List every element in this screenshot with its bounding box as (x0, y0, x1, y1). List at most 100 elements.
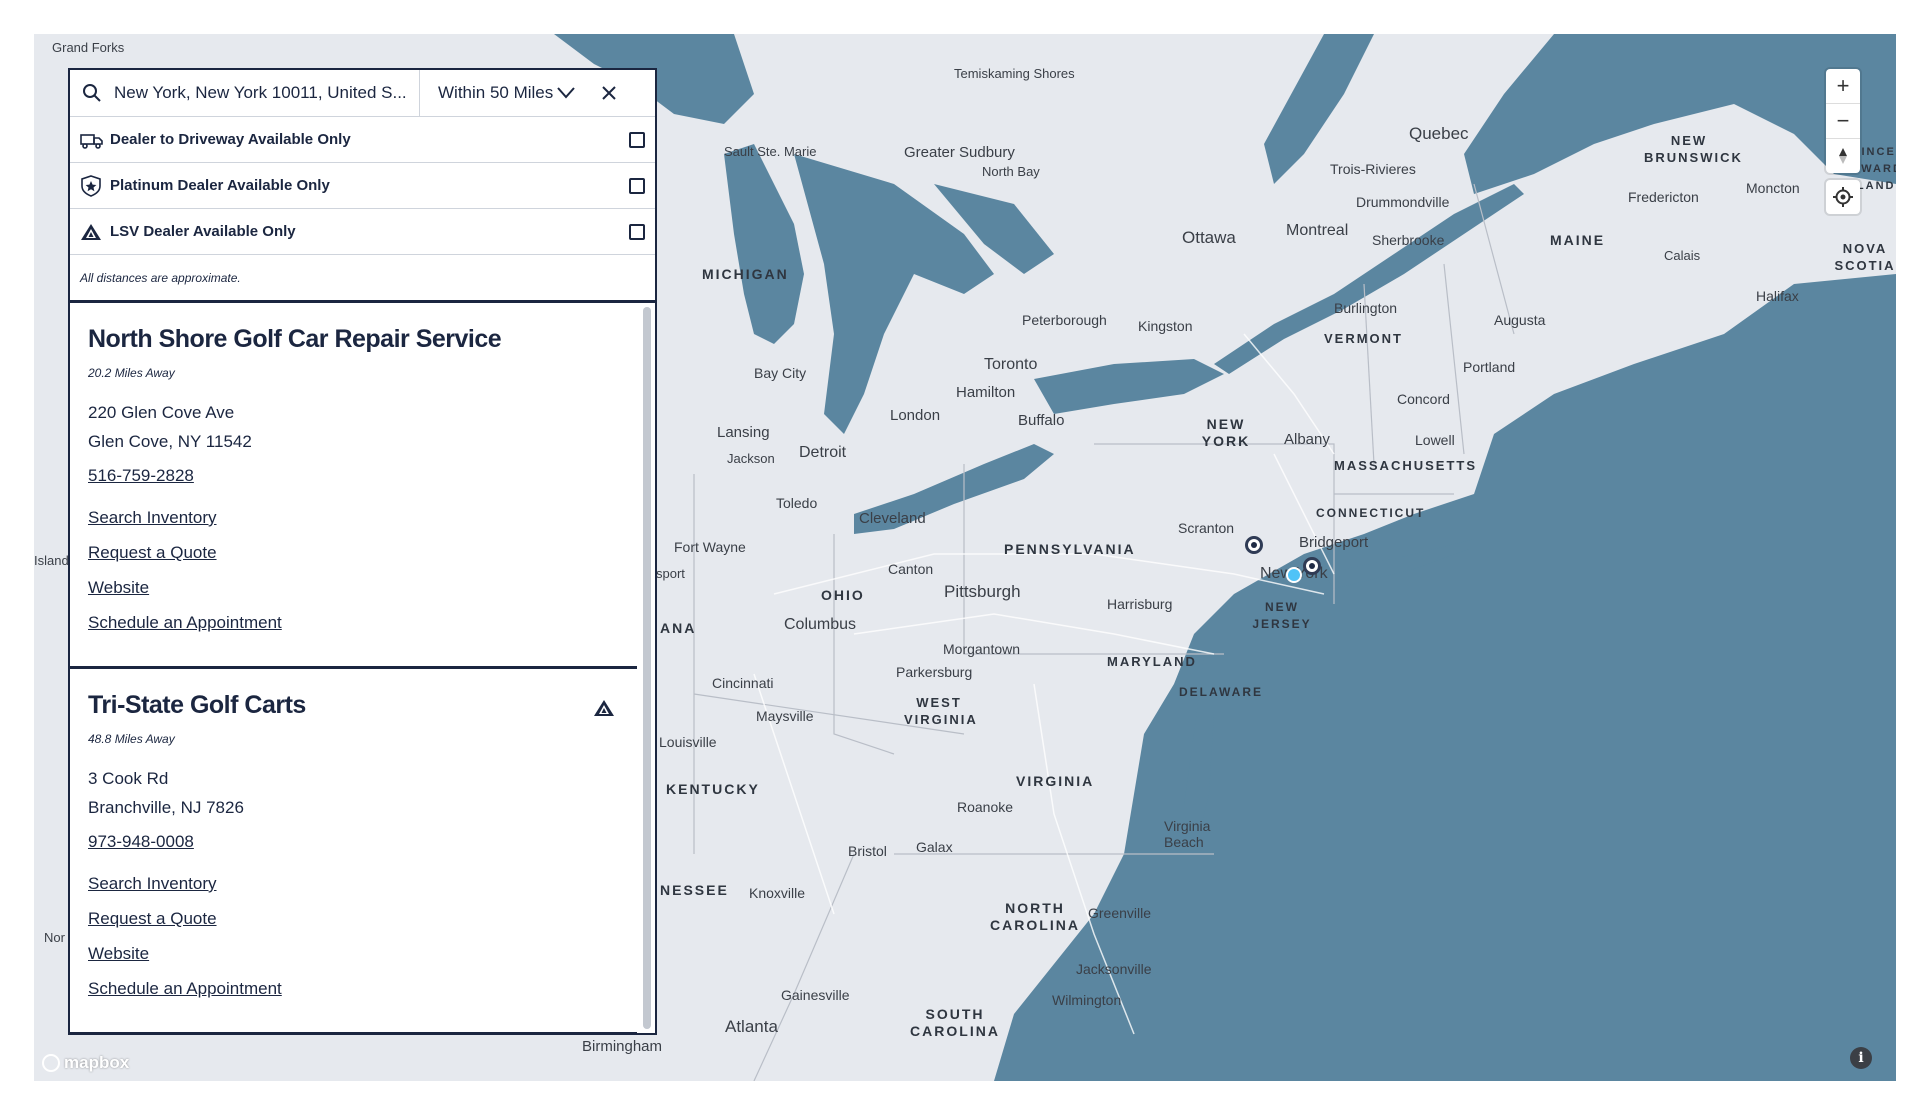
map-label: Scranton (1178, 520, 1235, 536)
map-label: Canton (888, 561, 934, 577)
dealer-phone-link[interactable]: 516-759-2828 (88, 466, 194, 486)
map-label: Buffalo (1018, 412, 1065, 429)
map-label: Greater Sudbury (904, 144, 1015, 161)
map-label: Fort Wayne (674, 539, 746, 555)
zoom-out-button[interactable]: − (1826, 104, 1860, 139)
map-label: Columbus (784, 616, 857, 633)
radius-select[interactable]: Within 50 Miles (419, 70, 589, 116)
dealer-locator-panel: Within 50 Miles Dealer to Driveway Avail… (68, 68, 657, 1035)
attribution-info-button[interactable]: i (1850, 1047, 1872, 1069)
filter-checkbox[interactable] (629, 223, 645, 240)
map-label: Maysville (756, 708, 814, 724)
map-region-label: ANA (660, 620, 697, 636)
dealer-distance: 48.8 Miles Away (88, 732, 175, 746)
zoom-control: + − (1826, 69, 1860, 173)
filter-lsv-dealer[interactable]: LSV Dealer Available Only (70, 209, 655, 255)
request-quote-link[interactable]: Request a Quote (88, 901, 637, 936)
request-quote-link[interactable]: Request a Quote (88, 535, 637, 570)
map-label: Fredericton (1628, 189, 1699, 205)
location-search-input[interactable] (114, 83, 419, 103)
map-label: Montreal (1286, 222, 1349, 239)
map-label: Bay City (754, 365, 807, 381)
map-label: Burlington (1334, 300, 1398, 316)
map-region-label: NEW JERSEY (1252, 600, 1312, 631)
map-label: Nor (44, 930, 65, 945)
results-scrollbar[interactable] (643, 307, 651, 1029)
search-icon (70, 83, 114, 103)
map-label: Quebec (1409, 124, 1469, 143)
map-label: Detroit (799, 444, 847, 461)
map-label: Toronto (984, 356, 1038, 373)
filter-checkbox[interactable] (629, 131, 645, 148)
locate-icon (1833, 187, 1853, 207)
map-label: Bristol (848, 843, 887, 859)
map-region-label: MARYLAND (1107, 654, 1197, 669)
filter-dealer-to-driveway[interactable]: Dealer to Driveway Available Only (70, 117, 655, 163)
map-label: Cincinnati (712, 675, 774, 691)
map-label: Pittsburgh (944, 582, 1021, 601)
map-label: Roanoke (957, 799, 1014, 815)
map-region-label: MAINE (1550, 232, 1606, 248)
dealer-map-marker[interactable] (1245, 536, 1263, 554)
map-region-label: VIRGINIA (1016, 773, 1095, 789)
website-link[interactable]: Website (88, 936, 637, 971)
map-region-label: CONNECTICUT (1316, 506, 1426, 520)
dealer-address: 220 Glen Cove Ave Glen Cove, NY 11542 (88, 398, 637, 456)
dealer-links: Search Inventory Request a Quote Website… (88, 500, 637, 640)
search-inventory-link[interactable]: Search Inventory (88, 866, 637, 901)
filter-checkbox[interactable] (629, 177, 645, 194)
map-region-label: NOVA SCOTIA (1834, 241, 1896, 273)
map-region-label: NEW YORK (1201, 416, 1251, 449)
map-label: Morgantown (943, 641, 1021, 657)
scrollbar-thumb[interactable] (643, 307, 651, 1029)
map-label: Jacksonville (1076, 961, 1152, 977)
compass-button[interactable] (1826, 139, 1860, 173)
mapbox-logo[interactable]: mapbox (42, 1053, 129, 1073)
map-label: Birmingham (582, 1038, 663, 1055)
search-inventory-link[interactable]: Search Inventory (88, 500, 637, 535)
filter-label: LSV Dealer Available Only (110, 223, 296, 240)
compass-icon (1839, 148, 1847, 164)
schedule-appointment-link[interactable]: Schedule an Appointment (88, 605, 637, 640)
lsv-icon (593, 699, 615, 722)
address-line-2: Branchville, NJ 7826 (88, 798, 244, 817)
mapbox-logo-text: mapbox (64, 1053, 130, 1072)
map-label: Gainesville (781, 987, 850, 1003)
dealer-card: Tri-State Golf Carts 48.8 Miles Away 3 C… (70, 669, 637, 1033)
dealer-name: Tri-State Golf Carts (88, 691, 306, 719)
map-label: Island (34, 553, 69, 568)
map-label: North Bay (982, 164, 1040, 179)
map-region-label: PENNSYLVANIA (1004, 541, 1136, 557)
address-line-2: Glen Cove, NY 11542 (88, 432, 252, 451)
map-label: Lowell (1415, 432, 1455, 448)
map-label: Halifax (1756, 288, 1799, 304)
close-button[interactable] (589, 70, 629, 116)
map-label: Temiskaming Shores (954, 66, 1075, 81)
website-link[interactable]: Website (88, 570, 637, 605)
lsv-icon (80, 223, 106, 241)
mapbox-logo-icon (42, 1054, 60, 1072)
search-bar: Within 50 Miles (70, 70, 655, 117)
map-label: Augusta (1494, 312, 1546, 328)
map-label: Atlanta (725, 1017, 778, 1036)
dealer-map-marker[interactable] (1303, 557, 1321, 575)
map-label: sport (656, 566, 685, 581)
filter-platinum-dealer[interactable]: Platinum Dealer Available Only (70, 163, 655, 209)
radius-select-label: Within 50 Miles (438, 83, 554, 102)
map-label: Parkersburg (896, 664, 973, 680)
geolocate-button[interactable] (1826, 180, 1860, 214)
map-label: Cleveland (859, 510, 926, 527)
map-region-label: WEST VIRGINIA (904, 695, 978, 727)
dealer-phone-link[interactable]: 973-948-0008 (88, 832, 194, 852)
filter-label: Dealer to Driveway Available Only (110, 131, 351, 148)
distance-note: All distances are approximate. (70, 255, 655, 303)
dealer-results-list[interactable]: North Shore Golf Car Repair Service 20.2… (70, 303, 655, 1033)
map-label: Toledo (776, 495, 818, 511)
schedule-appointment-link[interactable]: Schedule an Appointment (88, 971, 637, 1006)
map-label: Portland (1463, 359, 1516, 375)
map-label: Bridgeport (1299, 534, 1369, 551)
map-region-label: MICHIGAN (702, 266, 789, 282)
zoom-in-button[interactable]: + (1826, 69, 1860, 104)
map-label: Kingston (1138, 318, 1193, 334)
map-label: Lansing (717, 424, 770, 441)
